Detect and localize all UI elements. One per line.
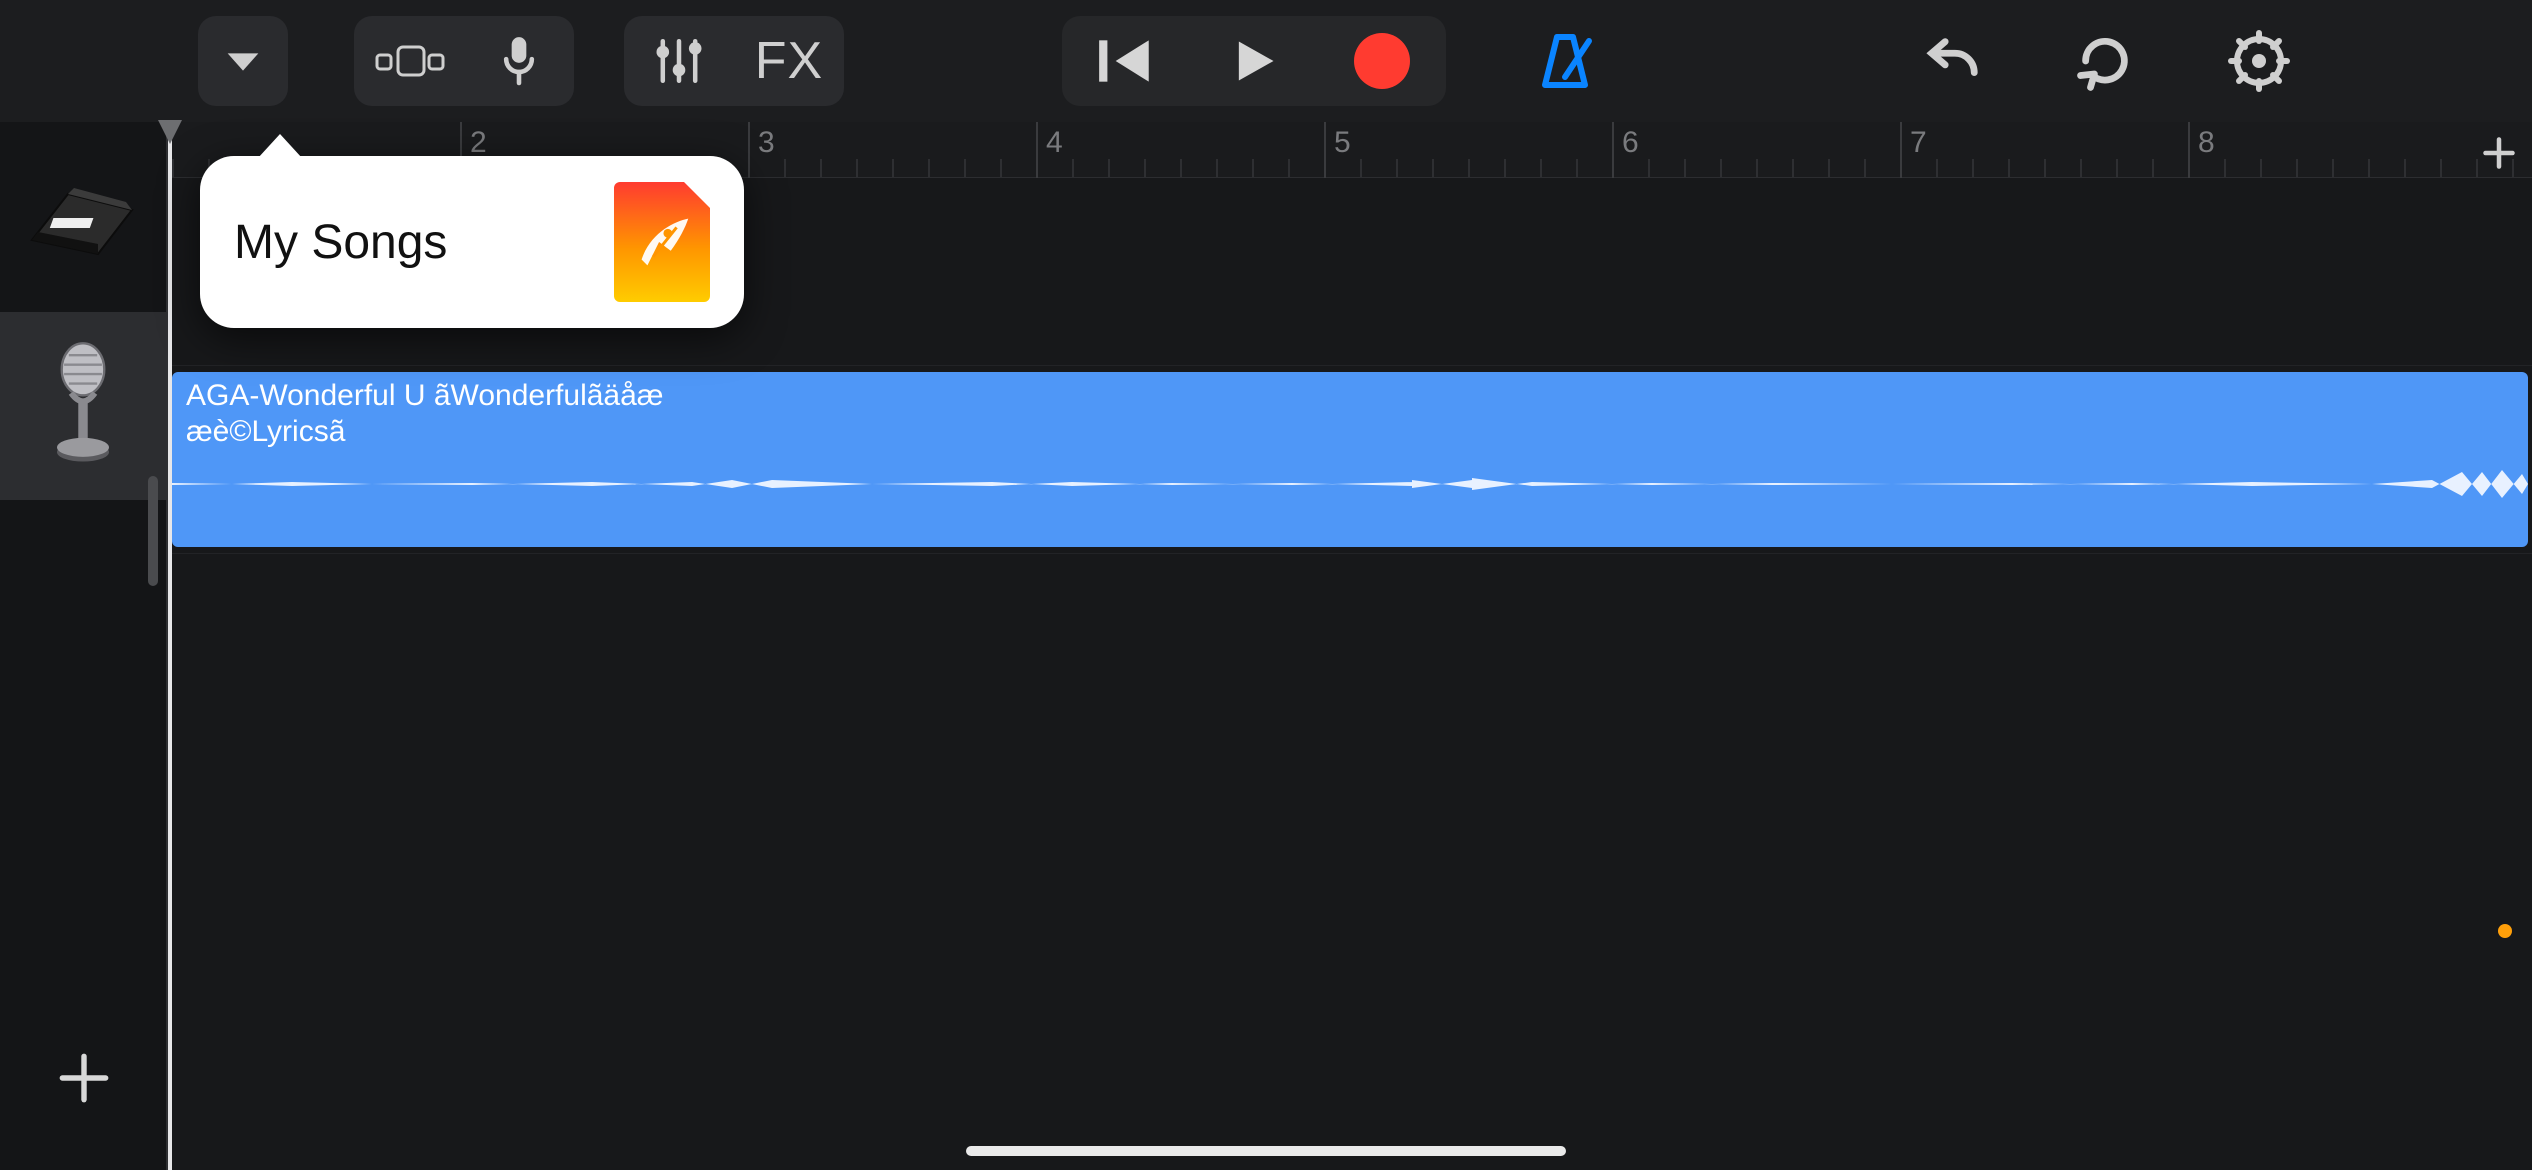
waveform-icon bbox=[172, 464, 2528, 504]
mixer-fx-group: FX bbox=[624, 16, 844, 106]
track-header-piano[interactable] bbox=[0, 124, 166, 312]
region-name-label: AGA-Wonderful U ãWonderfulãäåæ æè©Lyrics… bbox=[186, 378, 663, 450]
metronome-button[interactable] bbox=[1520, 16, 1610, 106]
garageband-file-icon bbox=[614, 182, 710, 302]
record-button[interactable] bbox=[1318, 16, 1446, 106]
input-monitor-button[interactable] bbox=[464, 16, 574, 106]
add-section-button[interactable] bbox=[2476, 130, 2522, 176]
playhead[interactable] bbox=[168, 122, 172, 1170]
top-toolbar: FX bbox=[0, 0, 2532, 122]
track-input-group bbox=[354, 16, 574, 106]
bar-label: 6 bbox=[1622, 126, 1639, 160]
audio-region[interactable]: AGA-Wonderful U ãWonderfulãäåæ æè©Lyrics… bbox=[172, 372, 2528, 547]
sliders-icon bbox=[652, 34, 706, 88]
play-icon bbox=[1228, 35, 1280, 87]
recording-privacy-indicator bbox=[2498, 924, 2512, 938]
gear-icon bbox=[2227, 29, 2291, 93]
add-track-button[interactable] bbox=[42, 1036, 126, 1120]
track-controls-button[interactable] bbox=[624, 16, 734, 106]
loop-icon bbox=[2074, 30, 2136, 92]
chevron-down-icon bbox=[220, 38, 266, 84]
view-menu-button[interactable] bbox=[198, 16, 288, 106]
my-songs-popover[interactable]: My Songs bbox=[200, 156, 744, 328]
rewind-start-icon bbox=[1095, 35, 1157, 87]
bar-label: 2 bbox=[470, 126, 487, 160]
tracks-view-icon bbox=[373, 37, 445, 85]
microphone-icon bbox=[497, 33, 541, 89]
undo-icon bbox=[1920, 33, 1982, 89]
bar-label: 3 bbox=[758, 126, 775, 160]
track-header-audio[interactable] bbox=[0, 312, 166, 500]
fx-label: FX bbox=[755, 31, 823, 91]
bar-label: 7 bbox=[1910, 126, 1927, 160]
track-header-column bbox=[0, 122, 168, 1170]
track-view-button[interactable] bbox=[354, 16, 464, 106]
play-button[interactable] bbox=[1190, 16, 1318, 106]
fx-button[interactable]: FX bbox=[734, 16, 844, 106]
home-indicator bbox=[966, 1146, 1566, 1156]
plus-icon bbox=[58, 1052, 110, 1104]
settings-button[interactable] bbox=[2214, 16, 2304, 106]
plus-icon bbox=[2481, 135, 2517, 171]
record-icon bbox=[1354, 33, 1410, 89]
piano-icon bbox=[28, 163, 138, 273]
studio-microphone-icon bbox=[28, 351, 138, 461]
metronome-icon bbox=[1533, 29, 1597, 93]
vertical-scroll-indicator[interactable] bbox=[148, 476, 158, 586]
loop-browser-button[interactable] bbox=[2060, 16, 2150, 106]
bar-label: 8 bbox=[2198, 126, 2215, 160]
transport-group bbox=[1062, 16, 1446, 106]
undo-button[interactable] bbox=[1906, 16, 1996, 106]
lane-audio[interactable]: AGA-Wonderful U ãWonderfulãäåæ æè©Lyrics… bbox=[168, 366, 2532, 554]
bar-label: 5 bbox=[1334, 126, 1351, 160]
go-to-start-button[interactable] bbox=[1062, 16, 1190, 106]
bar-label: 4 bbox=[1046, 126, 1063, 160]
my-songs-label: My Songs bbox=[234, 215, 614, 270]
